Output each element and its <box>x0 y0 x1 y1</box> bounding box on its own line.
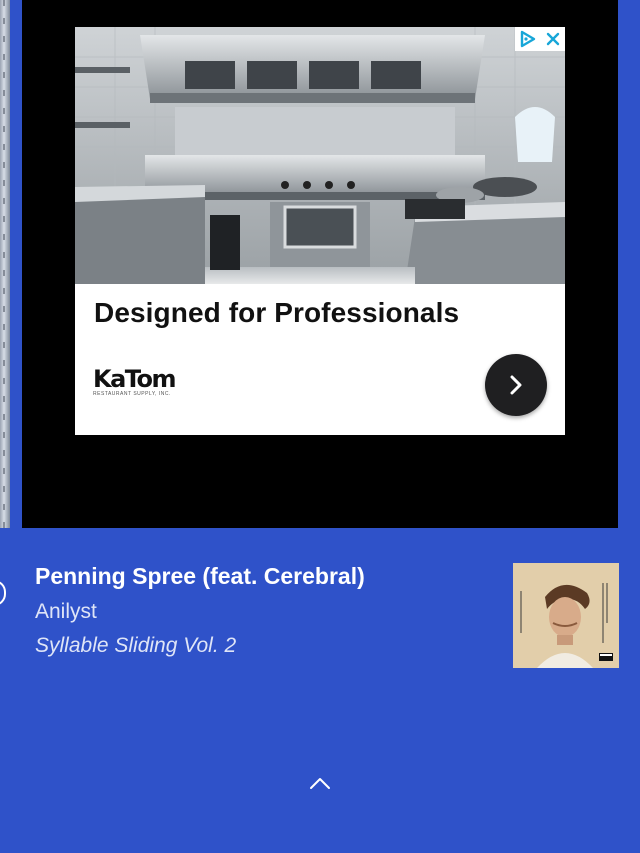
album-cover-image <box>513 563 619 668</box>
play-button-edge[interactable] <box>0 580 6 606</box>
close-icon[interactable] <box>545 31 561 47</box>
expand-player-button[interactable] <box>308 773 332 793</box>
now-playing-info[interactable]: Penning Spree (feat. Cerebral) Anilyst S… <box>35 563 495 658</box>
advertiser-logo[interactable]: KaTom RESTAURANT SUPPLY, INC. <box>93 365 176 405</box>
song-title: Penning Spree (feat. Cerebral) <box>35 563 365 589</box>
ad-banner[interactable]: Designed for Professionals KaTom RESTAUR… <box>75 27 565 435</box>
ad-kitchen-image[interactable] <box>75 27 565 284</box>
left-margin <box>10 0 22 528</box>
adchoices-bar[interactable] <box>515 27 565 51</box>
advertiser-logo-subtext: RESTAURANT SUPPLY, INC. <box>93 391 171 397</box>
ad-headline[interactable]: Designed for Professionals <box>94 297 554 329</box>
chevron-right-icon <box>510 375 522 395</box>
chevron-up-icon <box>310 778 330 789</box>
ad-cta-button[interactable] <box>485 354 547 416</box>
advertiser-logo-text: KaTom <box>93 365 176 393</box>
album-art[interactable] <box>513 563 619 668</box>
background-image-edge <box>0 0 10 528</box>
song-album: Syllable Sliding Vol. 2 <box>35 634 237 657</box>
adchoices-triangle-icon[interactable] <box>519 30 537 48</box>
song-artist: Anilyst <box>35 600 97 623</box>
right-margin <box>618 0 640 528</box>
